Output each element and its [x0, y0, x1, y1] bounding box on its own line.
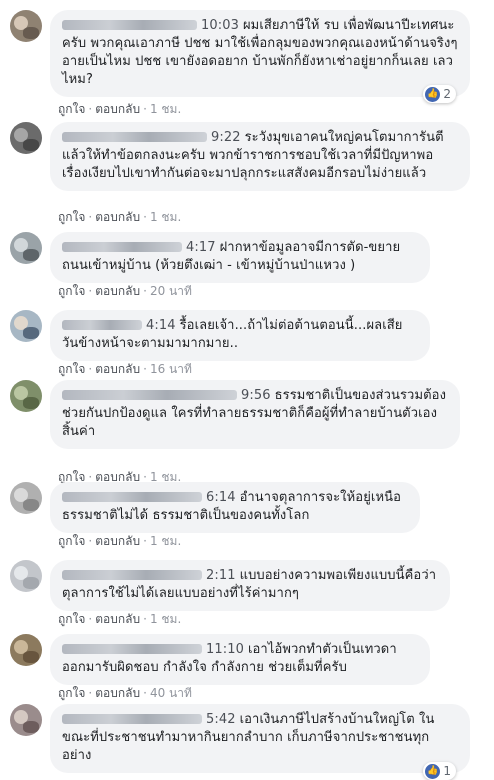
avatar[interactable] [10, 482, 42, 514]
commenter-name-redacted[interactable] [62, 714, 202, 724]
comment-actions: ถูกใจ · ตอบกลับ · 40 นาที [58, 686, 192, 700]
commenter-name-redacted[interactable] [62, 320, 142, 330]
thumbs-up-icon: 👍 [425, 86, 441, 102]
comment-timestamp: 9:56 [241, 388, 271, 403]
comment-age[interactable]: 16 นาที [150, 362, 192, 376]
comment-actions: ถูกใจ · ตอบกลับ · 20 นาที [58, 284, 192, 298]
comment-bubble: 4:14 รื้อเลยเจ้า...ถ้าไม่ต่อต้านตอนนี้...… [50, 310, 430, 361]
commenter-name-redacted[interactable] [62, 492, 202, 502]
avatar[interactable] [10, 380, 42, 412]
reply-link[interactable]: ตอบกลับ [95, 210, 140, 224]
comment-timestamp: 11:10 [206, 642, 244, 657]
comment-bubble: 4:17 ฝากหาข้อมูลอาจมีการตัด-ขยาย ถนนเข้าห… [50, 232, 430, 283]
comment-bubble: 9:22 ระวังมุขเอาคนใหญ่คนโตมาการันตีแล้วให… [50, 122, 470, 191]
commenter-name-redacted[interactable] [62, 390, 237, 400]
commenter-name-redacted[interactable] [62, 644, 202, 654]
comment-age[interactable]: 40 นาที [150, 686, 192, 700]
comment-actions: ถูกใจ · ตอบกลับ · 1 ชม. [58, 534, 182, 548]
avatar[interactable] [10, 634, 42, 666]
comment-bubble: 11:10 เอาไอ้พวกทำตัวเป็นเทวดาออกมารับผิดช… [50, 634, 430, 685]
reply-link[interactable]: ตอบกลับ [95, 362, 140, 376]
comment-age[interactable]: 1 ชม. [150, 210, 181, 224]
comment-actions: ถูกใจ · ตอบกลับ · 1 ชม. [58, 210, 182, 224]
avatar[interactable] [10, 122, 42, 154]
avatar[interactable] [10, 704, 42, 736]
comment-timestamp: 6:14 [206, 490, 236, 505]
comment-actions: ถูกใจ · ตอบกลับ · 16 นาที [58, 362, 192, 376]
comment-age[interactable]: 1 ชม. [150, 612, 181, 626]
comment-actions: ถูกใจ · ตอบกลับ · 1 ชม. [58, 102, 182, 116]
comment-timestamp: 5:42 [206, 712, 236, 727]
like-link[interactable]: ถูกใจ [58, 534, 85, 548]
comment-timestamp: 9:22 [211, 130, 241, 145]
avatar[interactable] [10, 560, 42, 592]
comment-bubble: 9:56 ธรรมชาติเป็นของส่วนรวมต้องช่วยกันปกป… [50, 380, 460, 449]
avatar[interactable] [10, 310, 42, 342]
comment-age[interactable]: 1 ชม. [150, 534, 181, 548]
thumbs-up-icon: 👍 [425, 763, 441, 779]
like-link[interactable]: ถูกใจ [58, 686, 85, 700]
comment-bubble: 2:11 แบบอย่างความพอเพียงแบบนี้คือว่าตุลาก… [50, 560, 450, 611]
commenter-name-redacted[interactable] [62, 132, 207, 142]
avatar[interactable] [10, 10, 42, 42]
reply-link[interactable]: ตอบกลับ [95, 102, 140, 116]
reply-link[interactable]: ตอบกลับ [95, 534, 140, 548]
comment-bubble: 5:42 เอาเงินภาษีไปสร้างบ้านใหญ่โต ในขณะที… [50, 704, 470, 773]
comment-timestamp: 10:03 [201, 18, 239, 33]
comment-age[interactable]: 20 นาที [150, 284, 192, 298]
like-link[interactable]: ถูกใจ [58, 362, 85, 376]
comment-actions: ถูกใจ · ตอบกลับ · 1 ชม. [58, 612, 182, 626]
commenter-name-redacted[interactable] [62, 20, 197, 30]
reply-link[interactable]: ตอบกลับ [95, 686, 140, 700]
comment-timestamp: 2:11 [206, 568, 236, 583]
like-link[interactable]: ถูกใจ [58, 284, 85, 298]
like-link[interactable]: ถูกใจ [58, 612, 85, 626]
comment-age[interactable]: 1 ชม. [150, 102, 181, 116]
comment-thread: 10:03 ผมเสียภาษีให้ รบ เพื่อพัฒนาปีะเทศนะ… [0, 0, 494, 780]
comment-timestamp: 4:17 [186, 240, 216, 255]
commenter-name-redacted[interactable] [62, 242, 182, 252]
comment-bubble: 10:03 ผมเสียภาษีให้ รบ เพื่อพัฒนาปีะเทศนะ… [50, 10, 470, 97]
comment-bubble: 6:14 อำนาจตุลาการจะให้อยู่เหนือธรรมชาติไม… [50, 482, 420, 533]
like-link[interactable]: ถูกใจ [58, 210, 85, 224]
reply-link[interactable]: ตอบกลับ [95, 612, 140, 626]
reaction-count[interactable]: 👍 2 [423, 85, 456, 103]
reaction-count[interactable]: 👍 1 [423, 762, 456, 780]
commenter-name-redacted[interactable] [62, 570, 202, 580]
avatar[interactable] [10, 232, 42, 264]
reply-link[interactable]: ตอบกลับ [95, 284, 140, 298]
comment-timestamp: 4:14 [146, 318, 176, 333]
like-link[interactable]: ถูกใจ [58, 102, 85, 116]
